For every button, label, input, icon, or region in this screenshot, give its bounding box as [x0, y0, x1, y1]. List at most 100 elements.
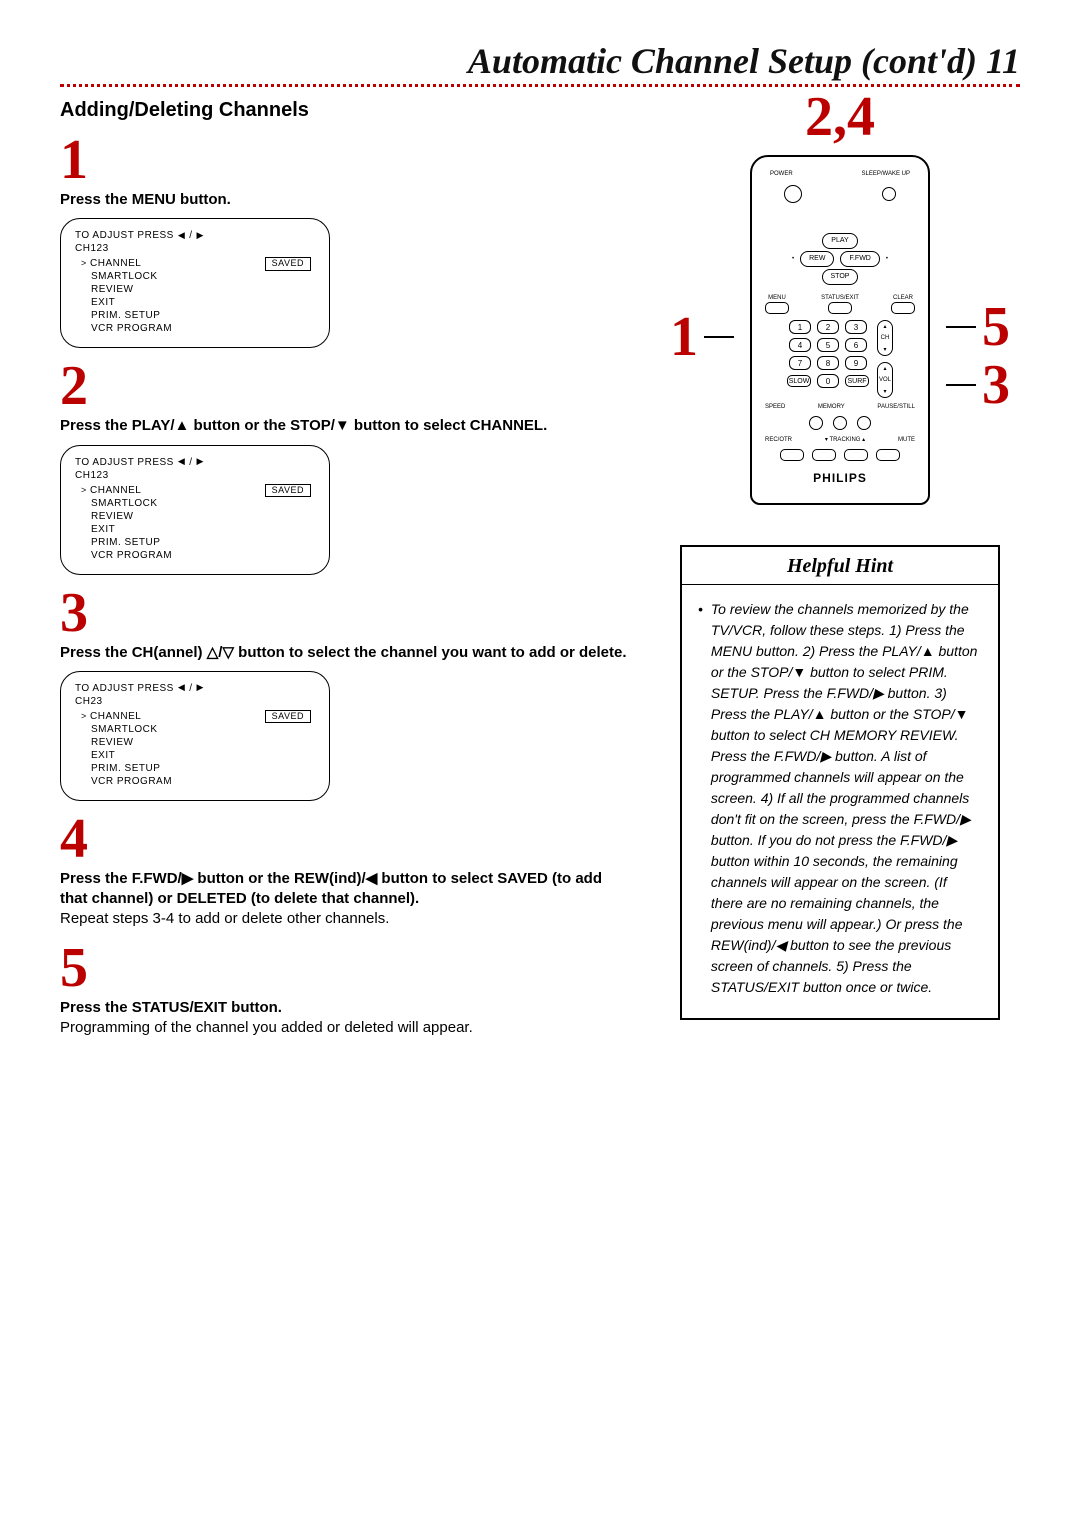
chevron-up-icon: ▴ [862, 437, 865, 443]
key-6[interactable]: 6 [845, 338, 867, 352]
slow-button[interactable]: SLOW [787, 375, 811, 387]
chevron-down-icon: ▾ [883, 346, 886, 353]
play-button[interactable]: PLAY [822, 233, 857, 249]
step-2-part-a: Press the PLAY/ [60, 417, 175, 434]
triangle-right-icon: ▶ [197, 230, 204, 242]
list-item: VCR PROGRAM [81, 322, 315, 335]
hint-body: • To review the channels memorized by th… [682, 585, 998, 1018]
speed-label: SPEED [765, 404, 785, 410]
rec-button[interactable] [780, 449, 804, 461]
step-2-text: Press the PLAY/▲ button or the STOP/▼ bu… [60, 416, 630, 436]
hint-title: Helpful Hint [682, 547, 998, 585]
status-exit-button[interactable] [828, 302, 852, 314]
callout-5: 5 [982, 299, 1010, 355]
tracking-up-button[interactable] [844, 449, 868, 461]
list-item: VCR PROGRAM [81, 549, 315, 562]
osd-screen-1: TO ADJUST PRESS ◀ / ▶ CH123 SAVED > CHAN… [60, 218, 330, 348]
step-2-part-c: button to select CHANNEL. [350, 417, 548, 434]
clear-button[interactable] [891, 302, 915, 314]
cursor-icon: > [81, 711, 87, 721]
step-5-text: Press the STATUS/EXIT button. Programmin… [60, 998, 630, 1039]
list-item: PRIM. SETUP [81, 309, 315, 322]
callout-2-4: 2,4 [805, 89, 875, 145]
list-item: VCR PROGRAM [81, 775, 315, 788]
dot-icon: • [886, 256, 888, 262]
list-item: SMARTLOCK [81, 497, 315, 510]
callout-line [704, 336, 734, 338]
mute-button[interactable] [876, 449, 900, 461]
sleep-button[interactable] [882, 187, 896, 201]
step-5-sub: Programming of the channel you added or … [60, 1019, 473, 1036]
step-number-3: 3 [60, 585, 630, 641]
memory-button[interactable] [833, 416, 847, 430]
step-4-text: Press the F.FWD/▶ button or the REW(ind)… [60, 869, 630, 930]
key-7[interactable]: 7 [789, 356, 811, 370]
ch-rocker[interactable]: ▴CH▾ [877, 320, 893, 356]
triangle-down-outline-icon: ▽ [222, 644, 234, 661]
key-8[interactable]: 8 [817, 356, 839, 370]
triangle-left-icon: ◀ [178, 230, 185, 242]
chevron-down-icon: ▾ [825, 437, 828, 443]
list-item: EXIT [81, 296, 315, 309]
triangle-left-icon: ◀ [366, 870, 378, 887]
step-4-part-a: Press the F.FWD/ [60, 870, 182, 887]
cursor-icon: > [81, 485, 87, 495]
list-item: REVIEW [81, 736, 315, 749]
osd-header: TO ADJUST PRESS [75, 229, 174, 242]
triangle-up-icon: ▲ [175, 417, 190, 434]
pause-button[interactable] [857, 416, 871, 430]
rew-button[interactable]: REW [800, 251, 834, 267]
key-5[interactable]: 5 [817, 338, 839, 352]
step-4-part-b: button or the REW(ind)/ [193, 870, 365, 887]
surf-button[interactable]: SURF [845, 375, 869, 387]
ch-label: CH [881, 335, 890, 341]
power-button[interactable] [784, 185, 802, 203]
osd-screen-3: TO ADJUST PRESS ◀ / ▶ CH23 SAVED > CHANN… [60, 671, 330, 801]
list-item: CHANNEL [90, 711, 141, 722]
triangle-right-icon: ▶ [182, 870, 194, 887]
vol-label: VOL [879, 377, 891, 383]
step-number-4: 4 [60, 811, 630, 867]
clear-label: CLEAR [893, 295, 913, 301]
page-title: Automatic Channel Setup (cont'd) 11 [60, 40, 1020, 82]
list-item: CHANNEL [90, 485, 141, 496]
step-4-repeat: Repeat steps 3-4 to add or delete other … [60, 910, 389, 927]
speed-button[interactable] [809, 416, 823, 430]
stop-button[interactable]: STOP [822, 269, 859, 285]
triangle-down-icon: ▼ [335, 417, 350, 434]
osd-screen-2: TO ADJUST PRESS ◀ / ▶ CH123 SAVED > CHAN… [60, 445, 330, 575]
osd-header: TO ADJUST PRESS [75, 682, 174, 695]
divider-dotted [60, 84, 1020, 87]
menu-label: MENU [768, 295, 786, 301]
triangle-up-outline-icon: △ [207, 644, 219, 661]
memory-label: MEMORY [818, 404, 845, 410]
triangle-right-icon: ▶ [197, 682, 204, 694]
label-sleep: SLEEP/WAKE UP [862, 171, 910, 177]
step-number-1: 1 [60, 132, 630, 188]
osd-channel-line: CH23 [75, 695, 315, 708]
tracking-label: TRACKING [829, 437, 860, 443]
pause-label: PAUSE/STILL [877, 404, 915, 410]
key-1[interactable]: 1 [789, 320, 811, 334]
key-4[interactable]: 4 [789, 338, 811, 352]
status-label: STATUS/EXIT [821, 295, 859, 301]
callout-line [946, 384, 976, 386]
callout-1: 1 [670, 309, 698, 365]
triangle-left-icon: ◀ [178, 456, 185, 468]
list-item: PRIM. SETUP [81, 762, 315, 775]
key-0[interactable]: 0 [817, 374, 839, 388]
step-2-part-b: button or the STOP/ [189, 417, 335, 434]
ffwd-button[interactable]: F.FWD [840, 251, 879, 267]
vol-rocker[interactable]: ▴VOL▾ [877, 362, 893, 398]
triangle-right-icon: ▶ [197, 456, 204, 468]
key-3[interactable]: 3 [845, 320, 867, 334]
key-2[interactable]: 2 [817, 320, 839, 334]
step-3-part-b: button to select the channel you want to… [234, 644, 627, 661]
chevron-down-icon: ▾ [883, 388, 886, 395]
key-9[interactable]: 9 [845, 356, 867, 370]
osd-channel-line: CH123 [75, 469, 315, 482]
step-3-text: Press the CH(annel) △/▽ button to select… [60, 643, 630, 663]
menu-button[interactable] [765, 302, 789, 314]
callout-3: 3 [982, 357, 1010, 413]
tracking-down-button[interactable] [812, 449, 836, 461]
